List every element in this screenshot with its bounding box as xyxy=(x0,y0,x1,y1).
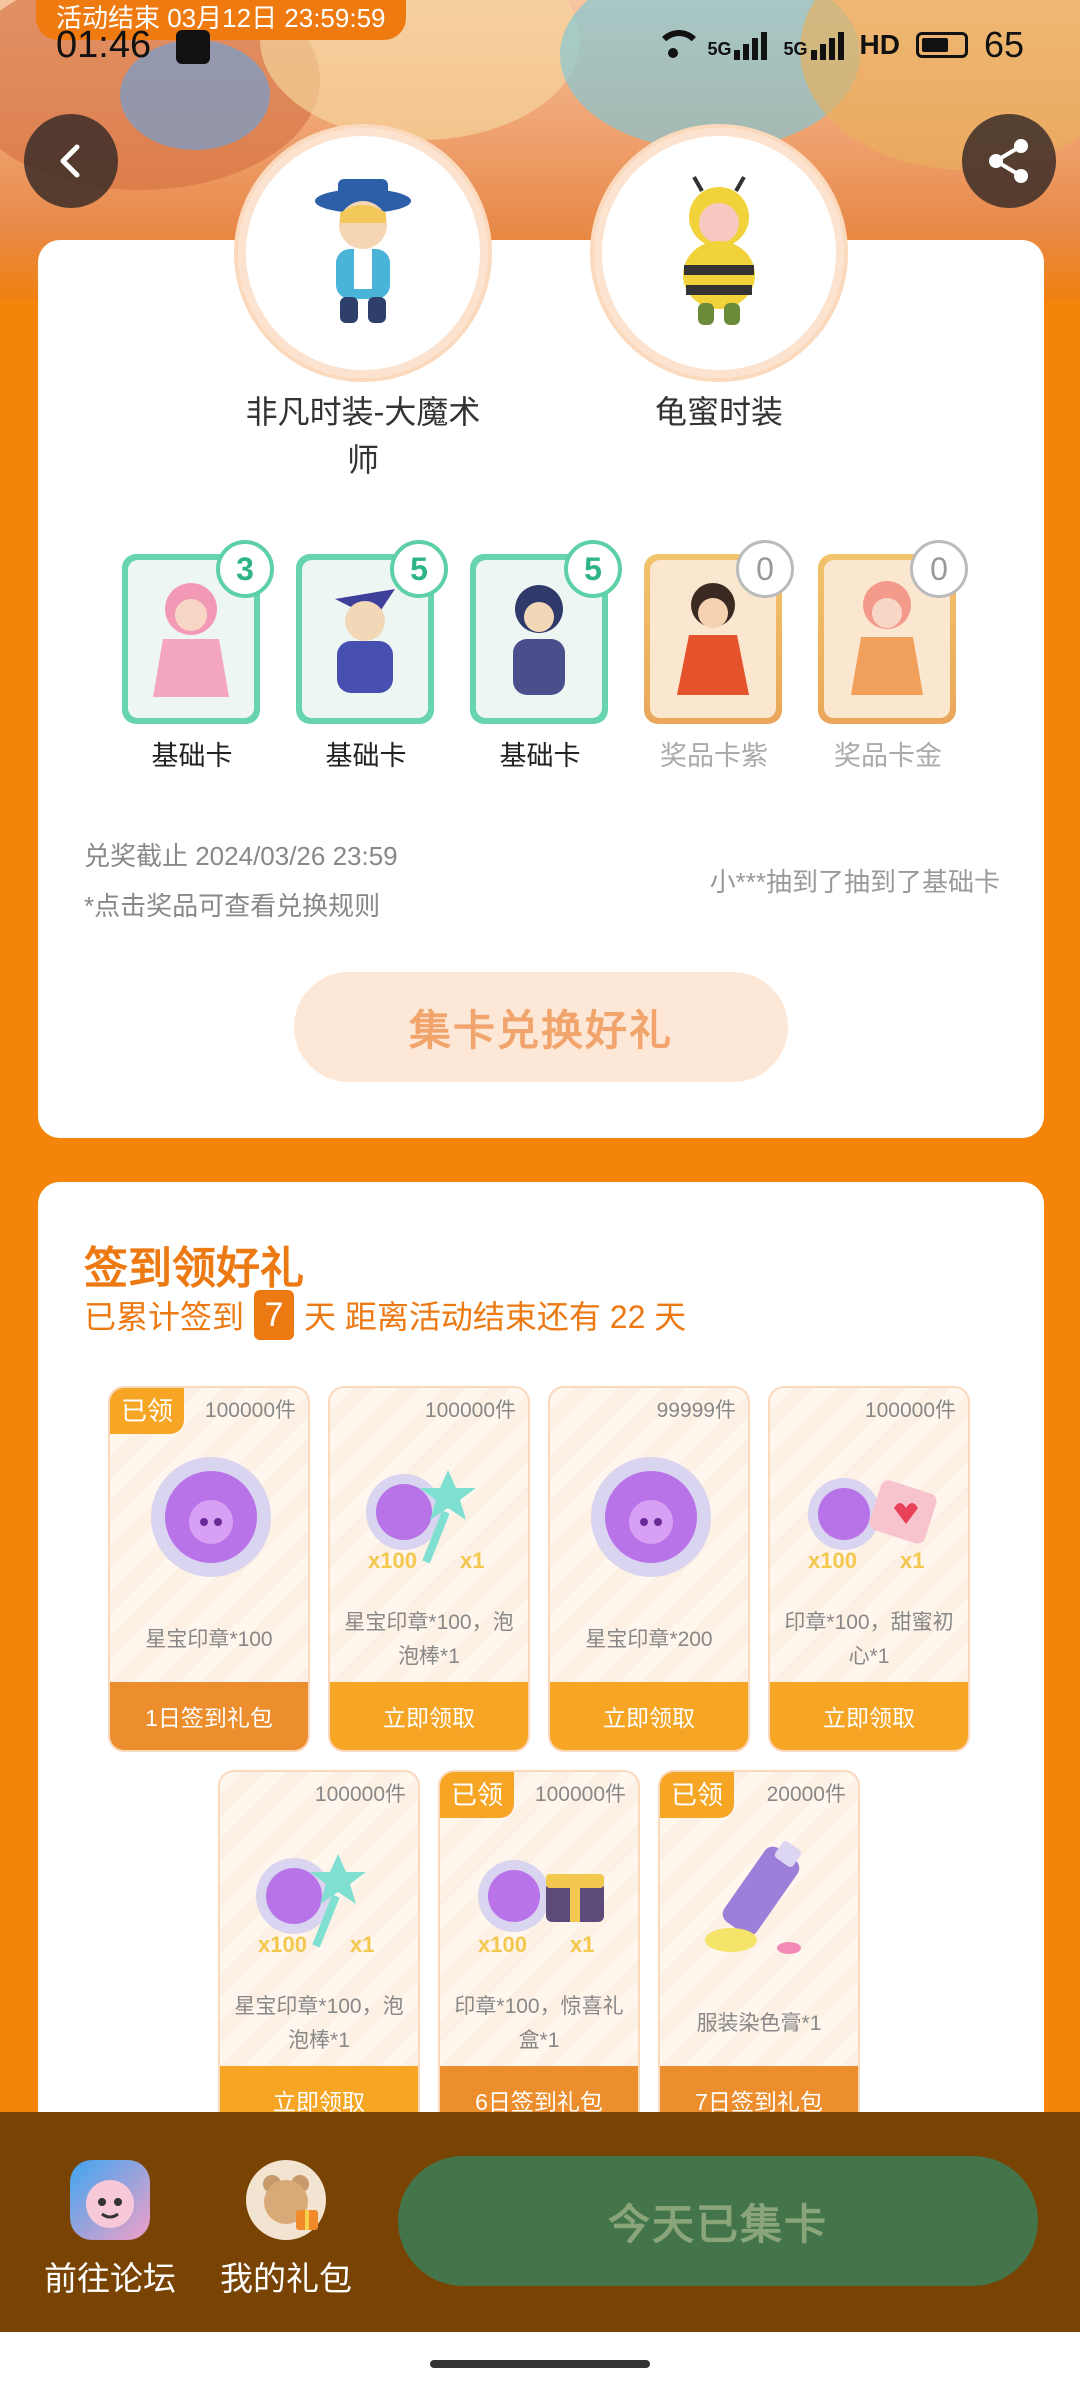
gift-card-day6[interactable]: 已领 100000件 x100 x1 印章*100，惊喜礼盒*1 6日签到礼包 xyxy=(438,1770,640,2136)
gift-desc: 印章*100，惊喜礼盒*1 xyxy=(454,1995,624,2052)
costume-avatar-magician[interactable] xyxy=(234,124,492,382)
qty-stamp: x100 xyxy=(808,1548,857,1573)
signal-icon: 5G xyxy=(707,30,768,60)
my-gifts-entry[interactable]: 我的礼包 xyxy=(216,2160,356,2300)
stamp-icon xyxy=(572,1438,730,1596)
stock-count: 100000件 xyxy=(864,1399,956,1422)
gift-card-day5[interactable]: 100000件 x100 x1 星宝印章*100，泡泡棒*1 立即领取 xyxy=(218,1770,420,2136)
qty-item: x1 xyxy=(900,1548,925,1573)
gift-desc: 星宝印章*100，泡泡棒*1 xyxy=(234,1995,404,2052)
hd-indicator: HD xyxy=(859,29,900,60)
gift-desc: 星宝印章*100 xyxy=(145,1628,273,1651)
claim-button[interactable]: 立即领取 xyxy=(330,1682,528,1750)
notification-icon xyxy=(176,30,210,64)
wifi-icon xyxy=(655,30,704,60)
costume-avatar-bee[interactable] xyxy=(590,124,848,382)
stock-count: 20000件 xyxy=(766,1783,846,1806)
gift-card-day4[interactable]: 100000件 x100 x1 印章*100，甜蜜初心*1 立即领取 xyxy=(768,1386,970,1752)
qty-item: x1 xyxy=(460,1548,485,1573)
claimed-tag: 已领 xyxy=(440,1772,514,1818)
home-indicator[interactable] xyxy=(430,2360,650,2368)
dye-tube-icon xyxy=(682,1822,840,1980)
qty-stamp: x100 xyxy=(258,1932,307,1957)
card-label: 基础卡 xyxy=(499,741,581,771)
stock-count: 100000件 xyxy=(204,1399,296,1422)
card-label: 基础卡 xyxy=(151,741,233,771)
card-count-badge: 0 xyxy=(910,540,968,598)
gift-action: 1日签到礼包 xyxy=(110,1682,308,1750)
gift-desc: 印章*100，甜蜜初心*1 xyxy=(784,1611,954,1668)
claim-button[interactable]: 立即领取 xyxy=(770,1682,968,1750)
redeem-deadline: 兑奖截止 2024/03/26 23:59 xyxy=(84,841,398,871)
claimed-tag: 已领 xyxy=(110,1388,184,1434)
battery-level: 65 xyxy=(983,24,1024,65)
forum-label: 前往论坛 xyxy=(44,2260,176,2297)
gift-bear-icon xyxy=(246,2160,326,2240)
costume-name-bee: 龟蜜时装 xyxy=(654,394,783,430)
battery-icon xyxy=(915,32,968,58)
stamp-icon xyxy=(132,1438,290,1596)
signin-title: 签到领好礼 xyxy=(84,1244,304,1293)
signin-days: 7 xyxy=(254,1290,295,1340)
back-button[interactable] xyxy=(24,114,118,208)
gift-card-day7[interactable]: 已领 20000件 服装染色膏*1 7日签到礼包 xyxy=(658,1770,860,2136)
card-count-badge: 5 xyxy=(390,540,448,598)
my-gifts-label: 我的礼包 xyxy=(220,2260,352,2297)
qty-stamp: x100 xyxy=(368,1548,417,1573)
share-button[interactable] xyxy=(962,114,1056,208)
status-bar: 01:46 5G 5G HD 65 xyxy=(0,20,1080,74)
claim-button[interactable]: 立即领取 xyxy=(550,1682,748,1750)
gift-card-day3[interactable]: 99999件 星宝印章*200 立即领取 xyxy=(548,1386,750,1752)
gift-card-day2[interactable]: 100000件 x100 x1 星宝印章*100，泡泡棒*1 立即领取 xyxy=(328,1386,530,1752)
chevron-left-icon xyxy=(60,144,80,178)
gift-desc: 星宝印章*100，泡泡棒*1 xyxy=(344,1611,514,1668)
share-icon xyxy=(989,139,1028,183)
qty-item: x1 xyxy=(570,1932,595,1957)
qty-stamp: x100 xyxy=(478,1932,527,1957)
bee-costume-icon xyxy=(683,176,755,325)
clock: 01:46 xyxy=(56,24,152,66)
gift-card-day1[interactable]: 已领 100000件 星宝印章*100 1日签到礼包 xyxy=(108,1386,310,1752)
gift-desc: 星宝印章*200 xyxy=(585,1628,713,1651)
today-collected-button[interactable]: 今天已集卡 xyxy=(398,2156,1038,2286)
stock-count: 100000件 xyxy=(314,1783,406,1806)
card-count-badge: 0 xyxy=(736,540,794,598)
stock-count: 99999件 xyxy=(656,1399,736,1422)
forum-app-icon xyxy=(70,2160,150,2240)
magician-costume-icon xyxy=(315,179,411,323)
card-count-badge: 5 xyxy=(564,540,622,598)
card-count-badge: 3 xyxy=(216,540,274,598)
card-label: 基础卡 xyxy=(325,741,407,771)
stock-count: 100000件 xyxy=(534,1783,626,1806)
costume-name-magician: 非凡时装-大魔术师 xyxy=(245,394,481,478)
signin-progress: 已累计签到 7 天 距离活动结束还有 22 天 xyxy=(84,1290,686,1340)
card-label: 奖品卡金 xyxy=(834,741,942,771)
forum-entry[interactable]: 前往论坛 xyxy=(40,2160,180,2300)
exchange-button[interactable]: 集卡兑换好礼 xyxy=(294,972,788,1082)
card-label: 奖品卡紫 xyxy=(660,741,768,771)
stock-count: 100000件 xyxy=(424,1399,516,1422)
qty-item: x1 xyxy=(350,1932,375,1957)
claimed-tag: 已领 xyxy=(660,1772,734,1818)
signal-icon-2: 5G xyxy=(783,30,844,60)
gift-desc: 服装染色膏*1 xyxy=(696,2012,822,2035)
rules-hint-link[interactable]: *点击奖品可查看兑换规则 xyxy=(84,886,380,923)
draw-ticker: 小***抽到了抽到了基础卡 xyxy=(709,867,1000,897)
